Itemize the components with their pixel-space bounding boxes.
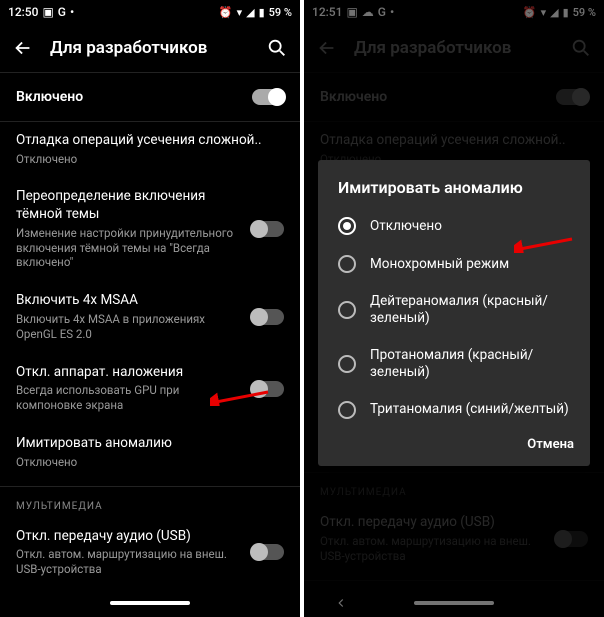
setting-title: Откл. аппарат. наложения (16, 364, 240, 382)
cancel-button[interactable]: Отмена (527, 437, 574, 452)
image-icon: ▣ (42, 5, 53, 19)
setting-title: Включить 4x MSAA (16, 292, 240, 310)
toggle-switch[interactable] (252, 544, 284, 560)
radio-option-monochrome[interactable]: Монохромный режим (318, 245, 590, 283)
radio-label: Протаномалия (красный/зеленый) (370, 347, 570, 381)
toggle-switch[interactable] (252, 381, 284, 397)
left-phone: 12:50 ▣ G • ⏰ ▾ ◢ ▮ 59 % Для разработчик… (0, 0, 300, 617)
setting-subtitle: Изменение настройки принудительного вклю… (16, 226, 240, 271)
toggle-switch[interactable] (252, 221, 284, 237)
page-title: Для разработчиков (50, 38, 250, 58)
app-bar: Для разработчиков (0, 24, 300, 72)
setting-title: Имитировать аномалию (16, 435, 284, 453)
radio-option-off[interactable]: Отключено (318, 207, 590, 245)
radio-label: Тританомалия (синий/желтый) (370, 401, 569, 418)
setting-clip-debug[interactable]: Отладка операций усечения сложной.. Откл… (0, 122, 300, 178)
dialog-title: Имитировать аномалию (318, 178, 590, 207)
wifi-icon: ▾ (237, 6, 243, 19)
nav-bar (0, 589, 300, 617)
radio-icon (338, 255, 356, 273)
radio-label: Отключено (370, 218, 442, 235)
setting-msaa[interactable]: Включить 4x MSAA Включить 4x MSAA в прил… (0, 282, 300, 353)
battery-icon: ▮ (259, 6, 265, 19)
search-icon[interactable] (266, 37, 288, 59)
back-icon[interactable] (12, 37, 34, 59)
radio-label: Дейтераномалия (красный/зеленый) (370, 293, 570, 327)
setting-dark-override[interactable]: Переопределение включения тёмной темы Из… (0, 178, 300, 282)
status-time: 12:50 (8, 5, 38, 19)
right-phone: 12:51 ▣ ☁ G • ⏰ ▾ ◢ ▮ 59 % Для разработч… (304, 0, 604, 617)
radio-option-protanomaly[interactable]: Протаномалия (красный/зеленый) (318, 337, 590, 391)
setting-hw-overlays[interactable]: Откл. аппарат. наложения Всегда использо… (0, 354, 300, 425)
setting-subtitle: Отключено (16, 455, 284, 470)
more-icon: • (70, 5, 74, 19)
setting-subtitle: Отключено (16, 152, 284, 167)
master-switch-toggle[interactable] (252, 89, 284, 105)
setting-subtitle: Включить 4x MSAA в приложениях OpenGL ES… (16, 312, 240, 342)
status-bar: 12:50 ▣ G • ⏰ ▾ ◢ ▮ 59 % (0, 0, 300, 24)
alarm-icon: ⏰ (219, 6, 233, 19)
battery-text: 59 % (269, 6, 292, 19)
radio-icon (338, 301, 356, 319)
radio-icon (338, 217, 356, 235)
radio-option-deuteranomaly[interactable]: Дейтераномалия (красный/зеленый) (318, 283, 590, 337)
setting-title: Переопределение включения тёмной темы (16, 188, 240, 223)
anomaly-dialog: Имитировать аномалию Отключено Монохромн… (318, 160, 590, 466)
setting-subtitle: Всегда использовать GPU при компоновке э… (16, 383, 240, 413)
setting-title: Отладка операций усечения сложной.. (16, 132, 284, 150)
master-switch-row[interactable]: Включено (0, 72, 300, 122)
setting-subtitle: Откл. автом. маршрутизацию на внеш. USB-… (16, 547, 240, 577)
setting-usb-audio[interactable]: Откл. передачу аудио (USB) Откл. автом. … (0, 518, 300, 589)
radio-option-tritanomaly[interactable]: Тританомалия (синий/желтый) (318, 391, 590, 429)
setting-title: Откл. передачу аудио (USB) (16, 528, 240, 546)
radio-label: Монохромный режим (370, 256, 509, 273)
google-icon: G (58, 5, 66, 19)
section-multimedia: Мультимедиа (0, 486, 300, 518)
radio-icon (338, 401, 356, 419)
nav-pill[interactable] (110, 601, 190, 605)
toggle-switch[interactable] (252, 309, 284, 325)
signal-icon: ◢ (246, 6, 254, 19)
master-switch-label: Включено (16, 89, 83, 105)
settings-list: Отладка операций усечения сложной.. Откл… (0, 122, 300, 617)
radio-icon (338, 355, 356, 373)
setting-simulate-anomaly[interactable]: Имитировать аномалию Отключено (0, 425, 300, 481)
